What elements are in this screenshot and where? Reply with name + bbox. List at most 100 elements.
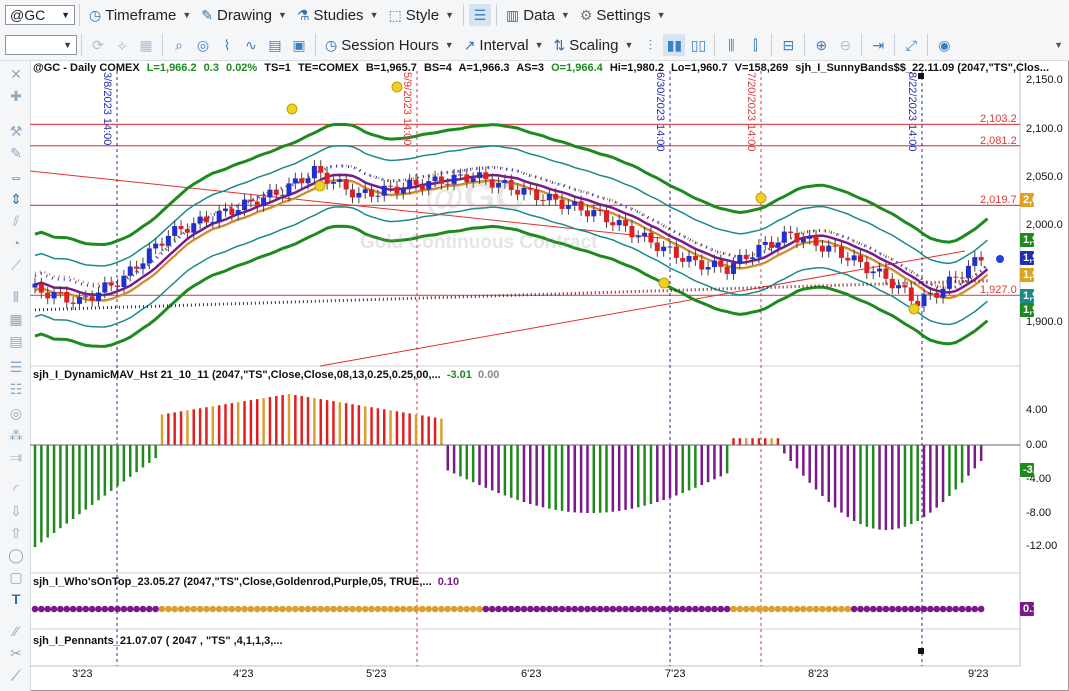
zoom-in-icon[interactable]: ⊕ (810, 34, 832, 56)
fib-lines-icon[interactable]: ☷ (7, 381, 25, 397)
candle-body (908, 287, 914, 301)
text-icon[interactable]: T (7, 591, 25, 607)
whos-on-top-dot (711, 605, 718, 613)
grid-icon[interactable]: ▦ (135, 34, 157, 56)
whos-on-top-dot (469, 605, 477, 613)
save-icon[interactable]: ▣ (288, 34, 310, 56)
scaling-menu[interactable]: ⇅ Scaling ▼ (549, 32, 639, 58)
scroll-right-icon[interactable]: ⇥ (867, 34, 889, 56)
low-value: Lo=1,960.7 (671, 62, 728, 74)
candle-body (407, 179, 413, 189)
data-menu[interactable]: ▥ Data ▼ (501, 2, 575, 28)
vertical-bars-icon[interactable]: ⦀ (7, 289, 25, 305)
vertical-line-icon[interactable]: ⇕ (7, 191, 25, 207)
hollow-candle-icon[interactable]: ▯▯ (687, 34, 709, 56)
zoom-out-icon[interactable]: ⊖ (834, 34, 856, 56)
analysis-icon[interactable]: ◉ (933, 34, 955, 56)
split-pane-icon[interactable]: ⊟ (777, 34, 799, 56)
candle-body (210, 222, 216, 224)
whos-on-top-dot (266, 605, 274, 613)
candle-body (845, 257, 851, 261)
refresh-icon[interactable]: ⟳ (87, 34, 109, 56)
cross-arrow-icon[interactable]: ✕ (7, 66, 25, 82)
whos-on-top-dot (304, 605, 312, 613)
candle-body (667, 246, 673, 248)
arrow-down-icon[interactable]: ⇩ (7, 503, 25, 519)
speed-lines-icon[interactable]: ⁂ (7, 427, 25, 443)
scaling-icon: ⇅ (553, 36, 566, 53)
whos-on-top-dot (361, 605, 369, 613)
print-icon[interactable]: ▤ (264, 34, 286, 56)
style-menu[interactable]: ⬚ Style ▼ (383, 2, 459, 28)
zoom-data-icon[interactable]: ⌕ (168, 34, 190, 56)
candle-body (115, 285, 121, 287)
multiline-icon[interactable]: ⁄⁄ (7, 623, 25, 639)
whos-on-top-dot (133, 605, 140, 613)
arrow-up-icon[interactable]: ⇧ (7, 525, 25, 541)
symbol-input[interactable]: @GC ▼ (5, 5, 75, 25)
channel-icon[interactable]: ⫽ (7, 213, 25, 229)
delete-icon[interactable]: ⟋̸ (7, 667, 25, 683)
chevron-down-icon[interactable]: ▼ (1054, 40, 1063, 50)
candle-body (388, 185, 394, 187)
candle-body (235, 210, 241, 215)
chevron-down-icon[interactable]: ▼ (63, 40, 72, 50)
price-tag: 1,967.1 (1020, 251, 1060, 265)
bar-chart-icon[interactable]: ⫶ (639, 34, 661, 56)
panes-icon[interactable]: ☰ (469, 4, 491, 26)
whos-on-top-dot (476, 605, 483, 613)
pencil-icon[interactable]: ✎ (7, 145, 25, 161)
candle-body (978, 257, 984, 261)
drawing-menu[interactable]: ✎ Drawing ▼ (196, 2, 292, 28)
brush-icon[interactable]: ⟡ (111, 34, 133, 56)
grid-icon[interactable]: ▦ (7, 311, 25, 327)
candle-body (680, 257, 686, 262)
trendline-icon[interactable]: ⟋ (7, 257, 25, 273)
settings-menu[interactable]: ⚙ Settings ▼ (575, 2, 671, 28)
whos-on-top-dot (203, 605, 210, 613)
whos-on-top-dot (368, 605, 375, 613)
whos-on-top-dot (247, 605, 255, 613)
studies-menu[interactable]: ⚗ Studies ▼ (292, 2, 384, 28)
spiral-icon[interactable]: ◎ (7, 405, 25, 421)
crosshair-icon[interactable]: ✚ (7, 88, 25, 104)
candle-body (877, 268, 883, 272)
color-palette-icon[interactable]: ◎ (192, 34, 214, 56)
eraser-icon[interactable]: ✂ (7, 645, 25, 661)
whos-on-top-dot (495, 605, 502, 613)
session-hours-menu[interactable]: ◷ Session Hours ▼ (320, 32, 459, 58)
study-value: 0.10 (437, 576, 460, 588)
gauge-icon[interactable]: ◔ (7, 235, 25, 251)
table-icon[interactable]: ▤ (7, 333, 25, 349)
compress-icon[interactable]: ⫼ (720, 34, 742, 56)
whos-on-top-dot (685, 605, 693, 613)
whos-on-top-dot (603, 605, 610, 613)
wrench-icon[interactable]: ⚒ (7, 123, 25, 139)
studies-chart-icon[interactable]: ∿ (240, 34, 262, 56)
whos-on-top-dot (825, 605, 833, 613)
whos-on-top-dot (222, 605, 229, 613)
candle-body (648, 232, 654, 243)
whos-on-top-dot (158, 605, 166, 613)
arc-icon[interactable]: ◜ (7, 481, 25, 497)
candle-body (242, 199, 248, 211)
candle-body (737, 254, 743, 264)
ellipse-icon[interactable]: ◯ (7, 547, 25, 563)
candle-chart-icon[interactable]: ▮▮ (663, 34, 686, 56)
add-chart-icon[interactable]: ⤢ (900, 34, 922, 56)
chevron-down-icon[interactable]: ▼ (61, 10, 70, 20)
candle-body (623, 220, 629, 227)
interval-menu[interactable]: ↗ Interval ▼ (459, 32, 549, 58)
rectangle-icon[interactable]: ▢ (7, 569, 25, 585)
interval-input[interactable]: ▼ (5, 35, 77, 55)
candle-body (864, 261, 870, 274)
candle-body (686, 255, 692, 262)
timeframe-menu[interactable]: ◷ Timeframe ▼ (84, 2, 196, 28)
line-chart-icon[interactable]: ⌇ (216, 34, 238, 56)
fibonacci-icon[interactable]: ☰ (7, 359, 25, 375)
horizontal-line-icon[interactable]: ⇔ (7, 169, 25, 185)
gann-icon[interactable]: ⫥ (7, 449, 25, 465)
open-value: O=1,966.4 (551, 62, 603, 74)
expand-icon[interactable]: ⫿ (744, 34, 766, 56)
candle-body (699, 260, 705, 270)
